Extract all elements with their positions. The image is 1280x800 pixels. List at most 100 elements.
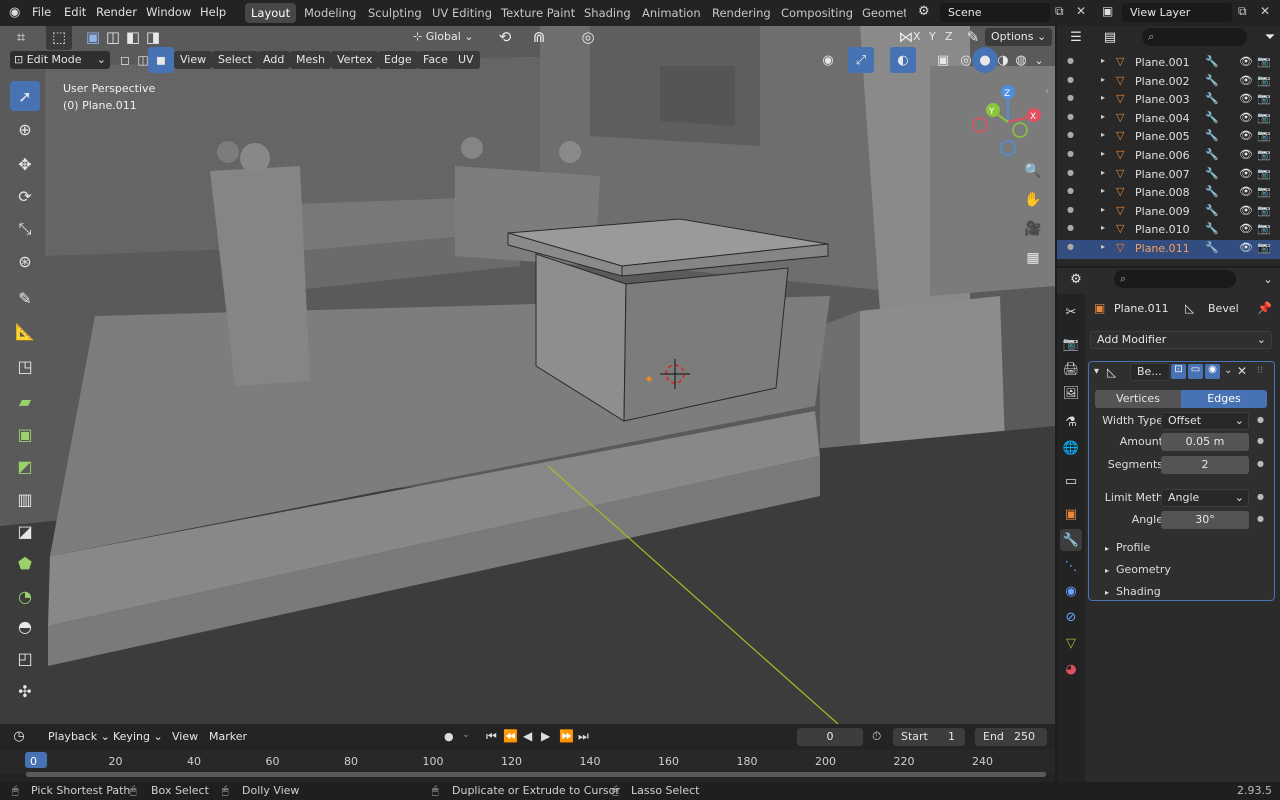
scene-close-icon[interactable]: ✕ [1076, 4, 1086, 18]
eye-icon[interactable]: 👁 [1239, 92, 1253, 105]
menu-view[interactable]: View [174, 51, 213, 69]
camera-icon[interactable]: 📷 [1257, 185, 1271, 198]
camera-icon[interactable]: 📷 [1257, 167, 1271, 180]
play-reverse-icon[interactable]: ◀ [523, 729, 532, 743]
tab-texture-paint[interactable]: Texture Paint [495, 3, 581, 23]
limit-method-dropdown[interactable]: Angle ⌄ [1161, 489, 1249, 507]
modifier-wrench-icon[interactable]: 🔧 [1205, 92, 1219, 105]
outliner-row[interactable]: ● ▸ ▽ Plane.005 🔧 👁 📷 [1057, 128, 1280, 147]
render-tab-icon[interactable]: 📷 [1060, 333, 1082, 355]
polybuild-tool-icon[interactable]: ⬟ [10, 548, 40, 578]
shading-options-icon[interactable]: ⌄ [1026, 47, 1052, 73]
tab-rendering[interactable]: Rendering [706, 3, 777, 23]
record-options-icon[interactable]: ⌄ [462, 730, 470, 740]
expand-arrow-icon[interactable]: ▸ [1101, 186, 1105, 195]
view-layer-close-icon[interactable]: ✕ [1260, 4, 1270, 18]
pan-hand-icon[interactable]: ✋ [1020, 187, 1046, 213]
play-icon[interactable]: ▶ [541, 729, 550, 743]
end-frame-field[interactable]: End 250 [975, 728, 1047, 746]
data-tab-icon[interactable]: ▽ [1060, 632, 1082, 654]
menu-render[interactable]: Render [96, 5, 137, 19]
smooth-tool-icon[interactable]: ◓ [10, 611, 40, 641]
visibility-icon[interactable]: ◉ [815, 47, 841, 73]
rotate-tool-icon[interactable]: ⟳ [10, 181, 40, 211]
angle-field[interactable]: 30° [1161, 511, 1249, 529]
eye-icon[interactable]: 👁 [1239, 204, 1253, 217]
tab-layout[interactable]: Layout [245, 3, 297, 23]
material-tab-icon[interactable]: ◕ [1060, 658, 1082, 680]
camera-icon[interactable]: 📷 [1257, 129, 1271, 142]
modifier-remove-icon[interactable]: ✕ [1237, 364, 1247, 378]
tab-sculpting[interactable]: Sculpting [362, 3, 428, 23]
outliner-row[interactable]: ● ▸ ▽ Plane.010 🔧 👁 📷 [1057, 221, 1280, 240]
outliner-search-input[interactable]: ⌕ [1142, 28, 1247, 46]
eye-icon[interactable]: 👁 [1239, 74, 1253, 87]
eye-icon[interactable]: 👁 [1239, 129, 1253, 142]
outliner-row[interactable]: ● ▸ ▽ Plane.001 🔧 👁 📷 [1057, 54, 1280, 73]
menu-edge[interactable]: Edge [378, 51, 418, 69]
edit-mode-dropdown[interactable]: ⊡ Edit Mode ⌄ [10, 51, 110, 69]
width-type-dot-icon[interactable]: ● [1257, 415, 1264, 424]
angle-dot-icon[interactable]: ● [1257, 514, 1264, 523]
tab-compositing[interactable]: Compositing [775, 3, 859, 23]
expand-arrow-icon[interactable]: ▸ [1101, 149, 1105, 158]
outliner-row[interactable]: ● ▸ ▽ Plane.009 🔧 👁 📷 [1057, 203, 1280, 222]
modifier-wrench-icon[interactable]: 🔧 [1205, 129, 1219, 142]
gizmo-toggle-icon[interactable]: ⤢ [848, 47, 874, 73]
width-type-dropdown[interactable]: Offset ⌄ [1161, 412, 1249, 430]
menu-marker[interactable]: Marker [203, 728, 253, 746]
loopcut-tool-icon[interactable]: ▥ [10, 484, 40, 514]
scene-tab-icon[interactable]: ⚗ [1060, 411, 1082, 433]
outliner-row[interactable]: ● ▸ ▽ Plane.006 🔧 👁 📷 [1057, 147, 1280, 166]
ortho-grid-icon[interactable]: ▦ [1020, 245, 1046, 271]
object-tab-icon[interactable]: ▣ [1060, 503, 1082, 525]
eye-icon[interactable]: 👁 [1239, 167, 1253, 180]
stopwatch-icon[interactable]: ⏱ [872, 729, 881, 744]
collapse-arrow-icon[interactable]: ‹ [1045, 86, 1049, 97]
physics-tab-icon[interactable]: ◉ [1060, 580, 1082, 602]
modifier-drag-handle-icon[interactable]: ⁝⁝ [1257, 365, 1263, 376]
outliner-editor-icon[interactable]: ☰ [1063, 24, 1089, 50]
axis-x-toggle[interactable]: X [910, 28, 924, 46]
scene-field[interactable]: Scene [940, 3, 1050, 22]
world-tab-icon[interactable]: 🌐 [1060, 437, 1082, 459]
overlay-icon[interactable]: ◐ [890, 47, 916, 73]
expand-arrow-icon[interactable]: ▸ [1101, 56, 1105, 65]
snap-icon[interactable]: ⋒ [526, 26, 552, 50]
expand-arrow-icon[interactable]: ▸ [1101, 75, 1105, 84]
jump-end-icon[interactable]: ⏭ [578, 729, 589, 744]
pivot-icon[interactable]: ⟲ [492, 26, 518, 50]
modifier-wrench-icon[interactable]: 🔧 [1205, 111, 1219, 124]
inset-tool-icon[interactable]: ▣ [10, 419, 40, 449]
select-box-tool-icon[interactable]: ➚ [10, 81, 40, 111]
modifier-wrench-icon[interactable]: 🔧 [1205, 185, 1219, 198]
properties-options-icon[interactable]: ⌄ [1255, 266, 1280, 292]
proportional-edit-icon[interactable]: ◎ [575, 26, 601, 50]
scene-icon[interactable]: ⚙ [918, 4, 930, 19]
camera-icon[interactable]: 📷 [1257, 111, 1271, 124]
camera-icon[interactable]: 📷 [1257, 55, 1271, 68]
add-cube-tool-icon[interactable]: ◳ [10, 351, 40, 381]
record-icon[interactable]: ● [444, 730, 454, 743]
prev-key-icon[interactable]: ⏪ [503, 729, 518, 743]
scene-copy-icon[interactable]: ⧉ [1055, 4, 1064, 19]
outliner-display-icon[interactable]: ▤ [1097, 24, 1123, 50]
modifier-menu-icon[interactable]: ⌄ [1224, 365, 1232, 376]
menu-keying[interactable]: Keying ⌄ [107, 728, 169, 746]
outliner-row[interactable]: ● ▸ ▽ Plane.007 🔧 👁 📷 [1057, 166, 1280, 185]
render-toggle-icon[interactable]: ◉ [1205, 364, 1220, 379]
view-layer-tab-icon[interactable]: 🖼 [1060, 382, 1082, 404]
pin-icon[interactable]: 📌 [1257, 301, 1272, 315]
properties-search-input[interactable]: ⌕ [1114, 270, 1236, 288]
affect-vertices-button[interactable]: Vertices [1095, 390, 1181, 408]
cursor-tool-icon[interactable]: ⊕ [10, 114, 40, 144]
eye-icon[interactable]: 👁 [1239, 241, 1253, 254]
modifier-wrench-icon[interactable]: 🔧 [1205, 74, 1219, 87]
menu-playback[interactable]: Playback ⌄ [42, 728, 116, 746]
move-tool-icon[interactable]: ✥ [10, 149, 40, 179]
affect-edges-button[interactable]: Edges [1181, 390, 1267, 408]
timeline-editor-icon[interactable]: ◷ [6, 723, 32, 749]
shading-subpanel[interactable]: ▸ Shading [1105, 585, 1161, 598]
view-layer-copy-icon[interactable]: ⧉ [1238, 4, 1247, 19]
amount-field[interactable]: 0.05 m [1161, 433, 1249, 451]
